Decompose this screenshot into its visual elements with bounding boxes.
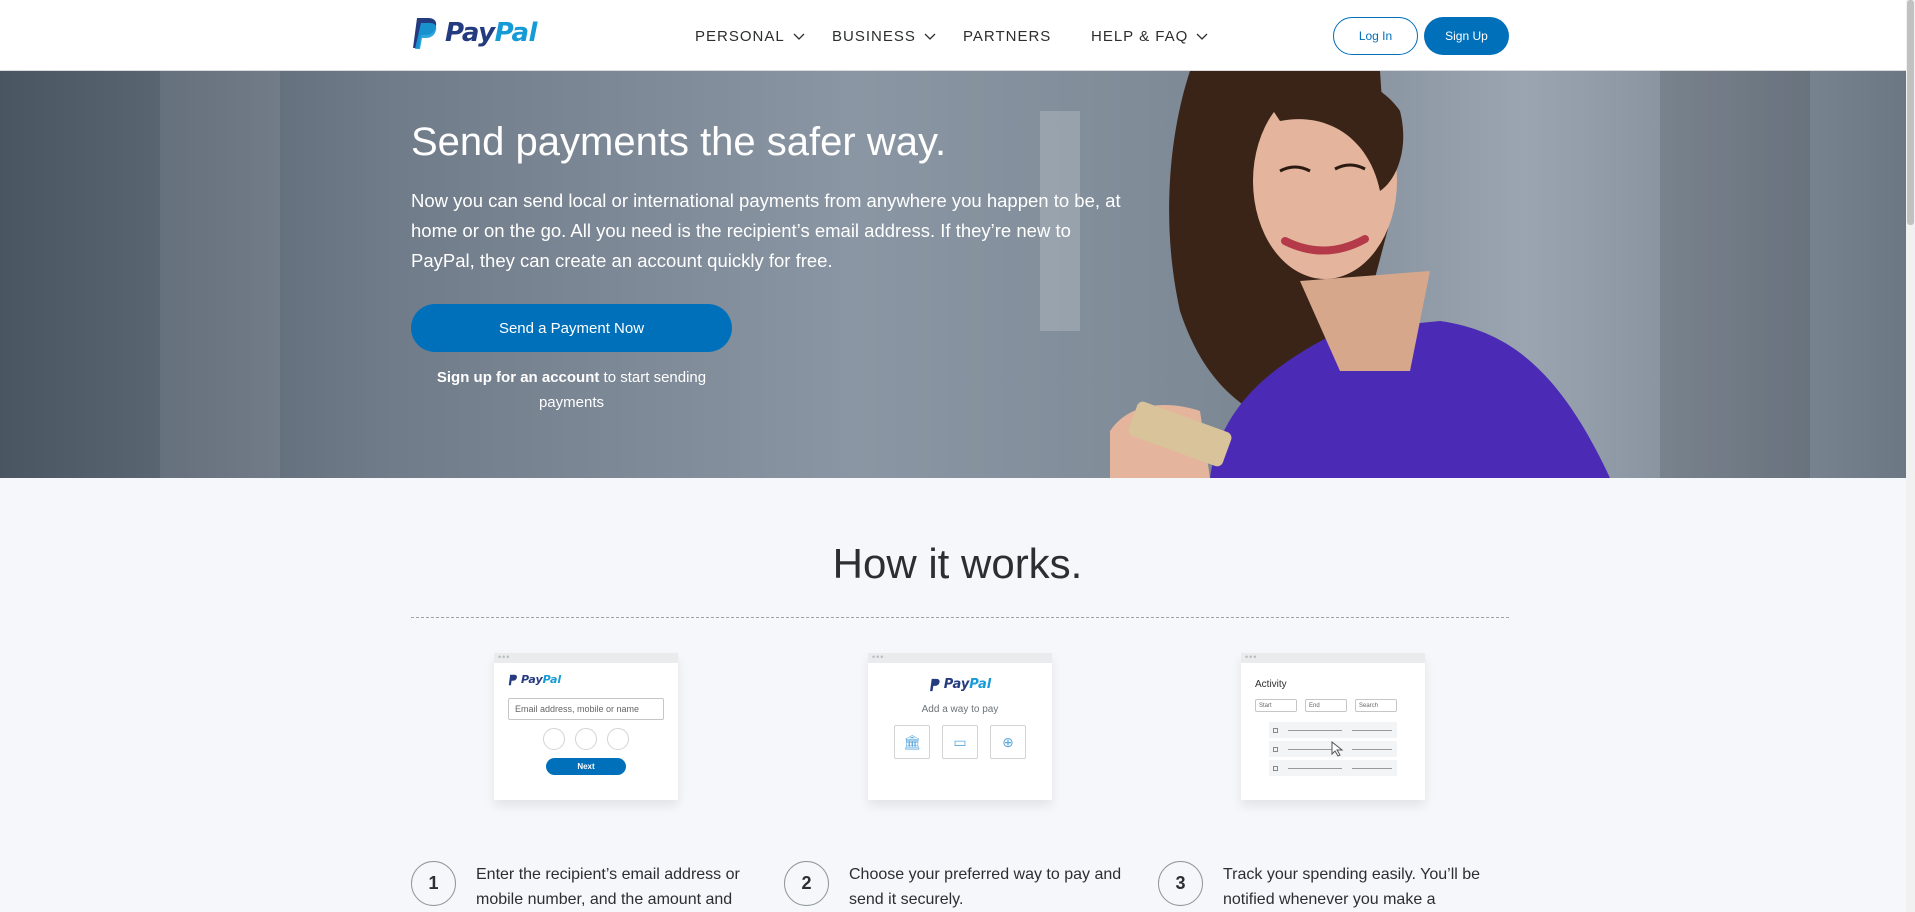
paypal-p-icon (508, 674, 517, 685)
how-it-works-title: How it works. (832, 540, 1083, 587)
nav-business[interactable]: BUSINESS (832, 28, 936, 45)
login-button[interactable]: Log In (1333, 17, 1418, 55)
end-date-filter: End (1305, 699, 1347, 712)
step-2: 2 Choose your preferred way to pay and s… (784, 861, 1124, 912)
section-divider (411, 617, 1509, 618)
scrollbar-thumb[interactable] (1907, 0, 1914, 225)
hero-banner: Send payments the safer way. Now you can… (0, 71, 1906, 478)
avatar-icon (575, 728, 597, 750)
signup-button[interactable]: Sign Up (1424, 17, 1509, 55)
add-icon: ⊕ (990, 725, 1026, 759)
search-filter: Search (1355, 699, 1397, 712)
hero-description: Now you can send local or international … (411, 190, 1121, 271)
step-text: Track your spending easily. You’ll be no… (1223, 866, 1481, 908)
paypal-logo[interactable]: PayPal (411, 15, 537, 51)
nav-partners-label: PARTNERS (963, 28, 1052, 45)
mini-paypal-logo: Pay Pal (882, 677, 1038, 692)
credit-card-icon: ▭ (942, 725, 978, 759)
start-date-filter: Start (1255, 699, 1297, 712)
illustration-activity: ••• Activity Start End Search (1241, 653, 1425, 800)
background-building (160, 71, 280, 478)
background-building (1660, 71, 1810, 478)
activity-row (1269, 722, 1397, 738)
cursor-icon (1331, 741, 1344, 757)
step-1: 1 Enter the recipient’s email address or… (411, 861, 751, 912)
nav-personal[interactable]: PERSONAL (695, 28, 805, 45)
window-bar: ••• (494, 653, 678, 663)
paypal-p-icon (929, 678, 940, 691)
signup-account-link[interactable]: Sign up for an account (437, 369, 600, 386)
nav-help-faq-label: HELP & FAQ (1091, 28, 1189, 45)
page-scrollbar[interactable] (1906, 0, 1915, 912)
chevron-down-icon (924, 33, 936, 40)
activity-row (1269, 760, 1397, 776)
nav-business-label: BUSINESS (832, 28, 916, 45)
site-header: PayPal PERSONAL BUSINESS PARTNERS HELP &… (0, 0, 1915, 71)
woman-with-phone-image (1110, 71, 1610, 478)
bank-icon: 🏛 (894, 725, 930, 759)
step-text: Enter the recipient’s email address or m… (476, 866, 740, 908)
step-number: 2 (784, 861, 829, 906)
window-bar: ••• (868, 653, 1052, 663)
chevron-down-icon (793, 33, 805, 40)
nav-partners[interactable]: PARTNERS (963, 28, 1051, 45)
step-3: 3 Track your spending easily. You’ll be … (1158, 861, 1498, 912)
step-number: 3 (1158, 861, 1203, 906)
step-number: 1 (411, 861, 456, 906)
mini-recipient-input: Email address, mobile or name (508, 698, 664, 720)
illustration-add-payment: ••• Pay Pal Add a way to pay 🏛 ▭ ⊕ (868, 653, 1052, 800)
nav-personal-label: PERSONAL (695, 28, 785, 45)
paypal-p-icon (413, 18, 437, 49)
activity-title: Activity (1255, 679, 1287, 690)
paypal-wordmark: PayPal (445, 18, 537, 48)
illustration-send-form: ••• Pay Pal Email address, mobile or name… (494, 653, 678, 800)
mini-next-button: Next (546, 758, 626, 775)
activity-filters: Start End Search (1255, 699, 1411, 712)
mini-paypal-logo: Pay Pal (508, 673, 664, 686)
avatar-icon (543, 728, 565, 750)
window-bar: ••• (1241, 653, 1425, 663)
hero-title: Send payments the safer way. (411, 120, 947, 164)
hero-title-wrap: Send payments the safer way. (411, 120, 946, 165)
step-text: Choose your preferred way to pay and sen… (849, 866, 1122, 908)
nav-help-faq[interactable]: HELP & FAQ (1091, 28, 1208, 45)
add-way-to-pay-text: Add a way to pay (921, 704, 999, 715)
payment-method-icons: 🏛 ▭ ⊕ (882, 725, 1038, 759)
chevron-down-icon (1196, 33, 1208, 40)
avatar-row (508, 728, 664, 750)
hero-signup-text: Sign up for an account to start sending … (411, 365, 732, 415)
send-payment-button[interactable]: Send a Payment Now (411, 304, 732, 352)
avatar-icon (607, 728, 629, 750)
